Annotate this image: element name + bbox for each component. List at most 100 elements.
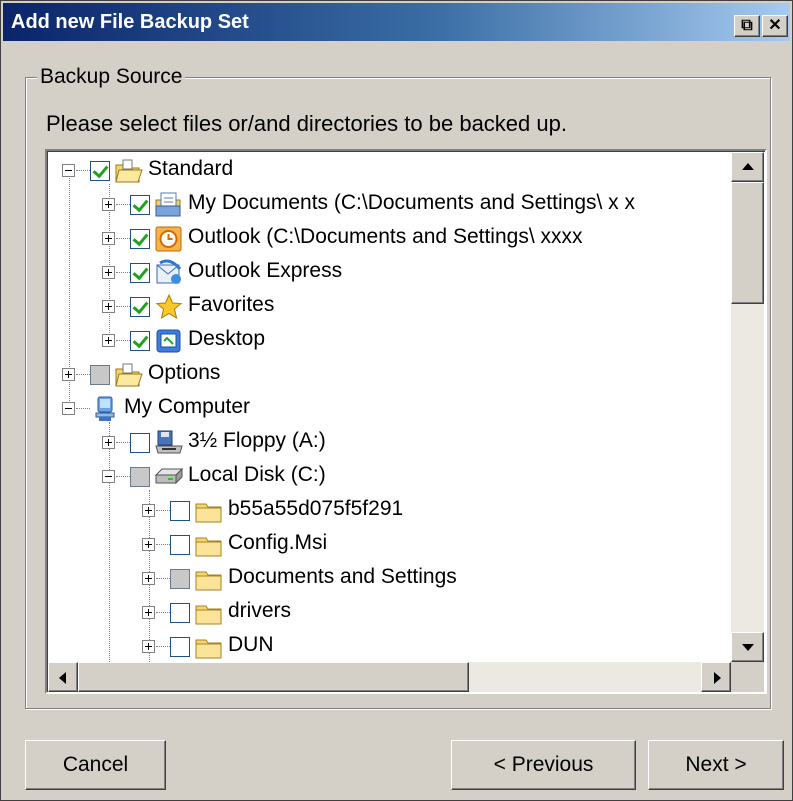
tree-checkbox[interactable] — [130, 297, 150, 317]
collapse-icon[interactable] — [62, 402, 75, 415]
tree-branch-line — [76, 374, 90, 375]
source-tree[interactable]: Standard My Documents (C:\Documents and S… — [48, 152, 731, 662]
scroll-left-button[interactable] — [48, 662, 78, 692]
backup-set-dialog: Add new File Backup Set ⧉ ✕ Backup Sourc… — [0, 0, 793, 801]
tree-item-label: Outlook Express — [188, 259, 343, 282]
tree-checkbox[interactable] — [90, 365, 110, 385]
tree-branch-line — [76, 408, 90, 409]
scroll-right-button[interactable] — [701, 662, 731, 692]
tree-row[interactable]: Desktop — [48, 324, 731, 358]
expand-icon[interactable] — [142, 640, 155, 653]
tree-row[interactable]: My Computer — [48, 392, 731, 426]
tree-branch-line — [116, 238, 130, 239]
tree-row[interactable]: Standard — [48, 154, 731, 188]
outlook-express-icon — [154, 259, 184, 287]
tree-branch-line — [116, 204, 130, 205]
restore-icon: ⧉ — [741, 17, 753, 34]
tree-branch-line — [116, 476, 130, 477]
tree-row[interactable]: Options — [48, 358, 731, 392]
cancel-button[interactable]: Cancel — [25, 740, 166, 790]
collapse-icon[interactable] — [102, 470, 115, 483]
tree-item-label: b55a55d075f5f291 — [228, 497, 404, 520]
folder-icon — [194, 633, 224, 661]
tree-branch-line — [76, 170, 90, 171]
arrow-down-icon — [742, 644, 754, 651]
expand-icon[interactable] — [142, 572, 155, 585]
horizontal-scrollbar[interactable] — [48, 662, 731, 692]
vertical-scroll-thumb[interactable] — [731, 182, 764, 304]
expand-icon[interactable] — [102, 334, 115, 347]
arrow-left-icon — [59, 672, 66, 684]
tree-item-label: My Computer — [124, 395, 251, 418]
folder-icon — [194, 565, 224, 593]
expand-icon[interactable] — [62, 368, 75, 381]
tree-branch-line — [156, 544, 170, 545]
folder-open-icon — [114, 361, 144, 389]
favorites-star-icon — [154, 293, 184, 321]
tree-checkbox[interactable] — [130, 331, 150, 351]
hard-disk-icon — [154, 463, 184, 491]
tree-checkbox[interactable] — [130, 467, 150, 487]
title-bar[interactable]: Add new File Backup Set ⧉ ✕ — [3, 3, 790, 41]
tree-checkbox[interactable] — [130, 195, 150, 215]
tree-checkbox[interactable] — [170, 535, 190, 555]
expand-icon[interactable] — [102, 266, 115, 279]
tree-row[interactable]: b55a55d075f5f291 — [48, 494, 731, 528]
tree-branch-line — [156, 612, 170, 613]
tree-checkbox[interactable] — [170, 569, 190, 589]
restore-button[interactable]: ⧉ — [734, 15, 760, 37]
tree-row[interactable]: Outlook Express — [48, 256, 731, 290]
outlook-icon — [154, 225, 184, 253]
tree-row[interactable]: My Documents (C:\Documents and Settings\… — [48, 188, 731, 222]
tree-item-label: 3½ Floppy (A:) — [188, 429, 326, 452]
expand-icon[interactable] — [142, 538, 155, 551]
arrow-right-icon — [714, 672, 721, 684]
collapse-icon[interactable] — [62, 164, 75, 177]
floppy-drive-icon — [154, 429, 184, 457]
group-label: Backup Source — [37, 65, 186, 89]
tree-checkbox[interactable] — [130, 263, 150, 283]
folder-open-icon — [114, 157, 144, 185]
horizontal-scroll-thumb[interactable] — [78, 662, 469, 692]
tree-row[interactable]: Outlook (C:\Documents and Settings\ xxxx — [48, 222, 731, 256]
tree-item-label: Desktop — [188, 327, 266, 350]
previous-button[interactable]: < Previous — [451, 740, 636, 790]
expand-icon[interactable] — [102, 436, 115, 449]
tree-row[interactable]: Config.Msi — [48, 528, 731, 562]
tree-checkbox[interactable] — [130, 433, 150, 453]
my-documents-icon — [154, 191, 184, 219]
tree-checkbox[interactable] — [90, 161, 110, 181]
tree-row[interactable]: Local Disk (C:) — [48, 460, 731, 494]
tree-row[interactable]: DUN — [48, 630, 731, 662]
expand-icon[interactable] — [102, 300, 115, 313]
tree-branch-line — [156, 646, 170, 647]
scroll-up-button[interactable] — [731, 152, 764, 182]
expand-icon[interactable] — [102, 198, 115, 211]
tree-checkbox[interactable] — [130, 229, 150, 249]
expand-icon[interactable] — [102, 232, 115, 245]
tree-row[interactable]: Favorites — [48, 290, 731, 324]
tree-branch-line — [156, 578, 170, 579]
tree-checkbox[interactable] — [170, 637, 190, 657]
tree-item-label: Outlook (C:\Documents and Settings\ xxxx — [188, 225, 583, 248]
tree-item-label: DUN — [228, 633, 274, 656]
tree-row[interactable]: Documents and Settings — [48, 562, 731, 596]
close-button[interactable]: ✕ — [762, 15, 788, 37]
instruction-text: Please select files or/and directories t… — [46, 111, 567, 136]
tree-item-label: My Documents (C:\Documents and Settings\… — [188, 191, 635, 214]
tree-checkbox[interactable] — [170, 603, 190, 623]
expand-icon[interactable] — [142, 504, 155, 517]
folder-icon — [194, 531, 224, 559]
expand-icon[interactable] — [142, 606, 155, 619]
tree-branch-line — [116, 272, 130, 273]
folder-icon — [194, 599, 224, 627]
tree-row[interactable]: drivers — [48, 596, 731, 630]
desktop-icon — [154, 327, 184, 355]
tree-row[interactable]: 3½ Floppy (A:) — [48, 426, 731, 460]
scroll-down-button[interactable] — [731, 632, 764, 662]
tree-item-label: Options — [148, 361, 221, 384]
tree-item-label: Documents and Settings — [228, 565, 457, 588]
tree-checkbox[interactable] — [170, 501, 190, 521]
next-button[interactable]: Next > — [648, 740, 784, 790]
vertical-scrollbar[interactable] — [731, 152, 764, 662]
